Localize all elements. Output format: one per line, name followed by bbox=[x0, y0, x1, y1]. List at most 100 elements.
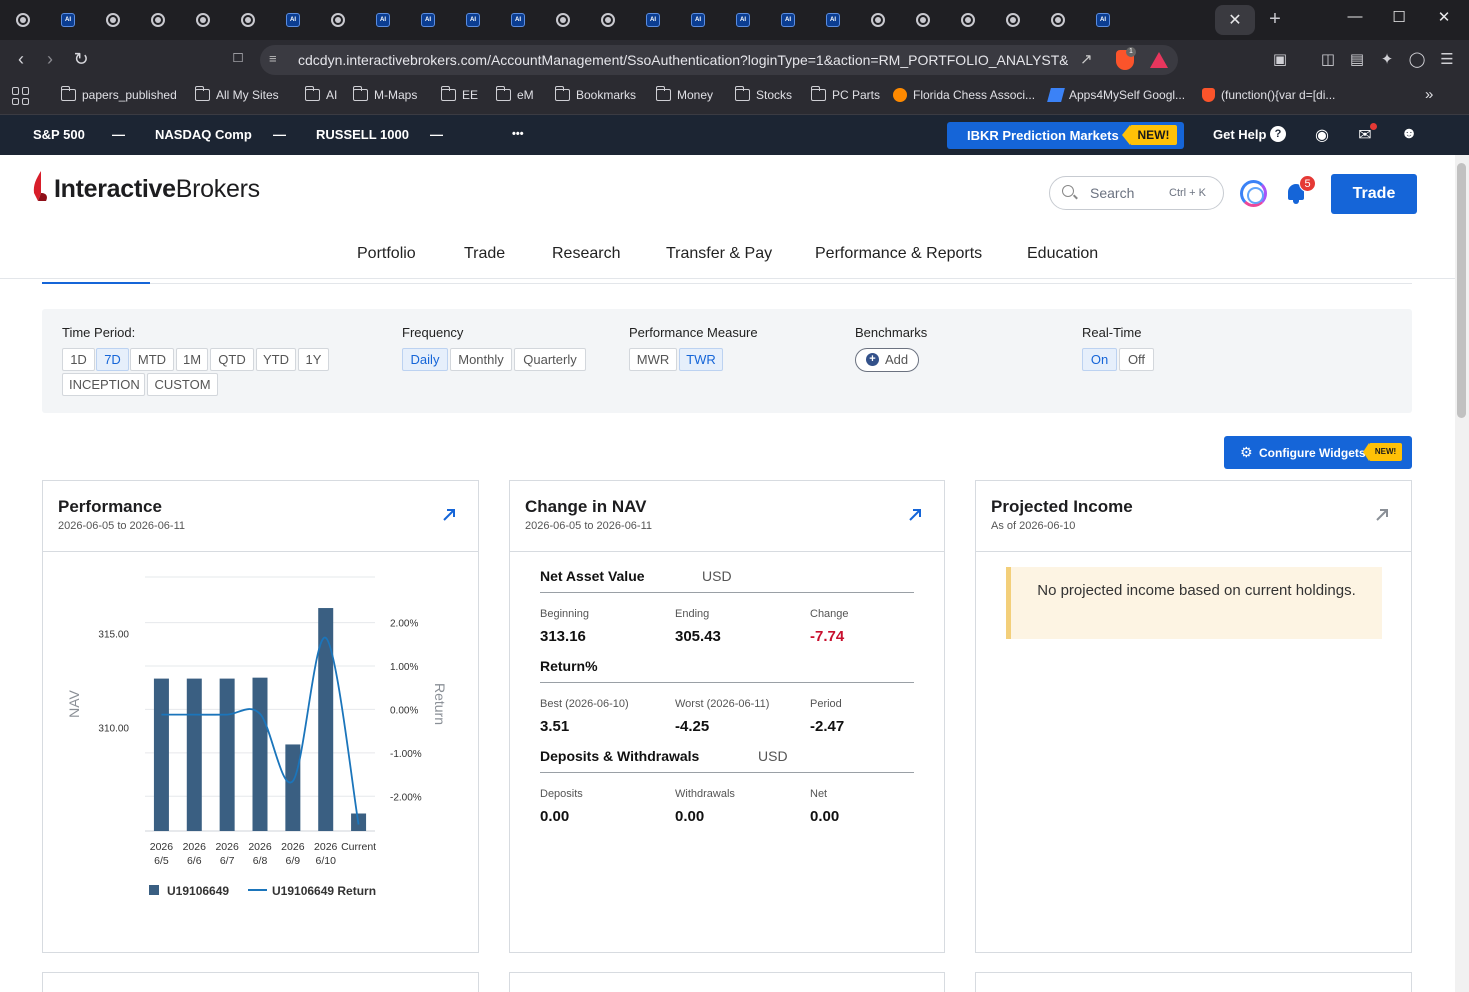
bookmark-item[interactable]: AI bbox=[304, 86, 337, 102]
browser-tab[interactable]: AI bbox=[768, 5, 808, 35]
menu-trade[interactable]: Trade bbox=[464, 245, 505, 263]
browser-tab[interactable]: AI bbox=[723, 5, 763, 35]
bookmark-item[interactable]: (function(){var d=[di... bbox=[1202, 88, 1335, 102]
performance-chart[interactable]: 315.00 310.00 2.00% 1.00% 0.00% -1.00% -2.00% N… bbox=[43, 552, 478, 952]
close-window-icon[interactable]: ✕ bbox=[1434, 8, 1454, 26]
prediction-markets-button[interactable]: IBKR Prediction Markets NEW! bbox=[947, 122, 1184, 149]
bookmark-item[interactable]: papers_published bbox=[60, 86, 177, 102]
period-1m-button[interactable]: 1M bbox=[176, 348, 208, 371]
period-qtd-button[interactable]: QTD bbox=[210, 348, 254, 371]
bookmark-item[interactable]: PC Parts bbox=[810, 86, 880, 102]
user-profile-icon[interactable]: ☻ bbox=[1399, 125, 1419, 143]
bookmark-item[interactable]: EE bbox=[440, 86, 478, 102]
browser-tab[interactable]: AI bbox=[273, 5, 313, 35]
share-icon[interactable]: ↗ bbox=[1080, 50, 1093, 68]
ticker-more-icon[interactable]: ••• bbox=[512, 128, 524, 140]
browser-tab[interactable] bbox=[903, 5, 943, 35]
expand-arrow-icon[interactable] bbox=[1375, 508, 1389, 522]
bookmark-item[interactable]: Stocks bbox=[734, 86, 792, 102]
address-bar[interactable]: ≡ cdcdyn.interactivebrokers.com/AccountM… bbox=[260, 45, 1178, 75]
browser-tab[interactable]: AI bbox=[408, 5, 448, 35]
help-icon[interactable]: ? bbox=[1270, 126, 1286, 142]
browser-tab[interactable]: AI bbox=[498, 5, 538, 35]
vpn-shield-icon[interactable]: ◯ bbox=[1406, 50, 1428, 68]
configure-widgets-button[interactable]: ⚙ Configure Widgets NEW! bbox=[1224, 436, 1412, 469]
ticker-nasdaq-name[interactable]: NASDAQ Comp bbox=[155, 127, 252, 142]
menu-research[interactable]: Research bbox=[552, 245, 620, 263]
period-custom-button[interactable]: CUSTOM bbox=[147, 373, 218, 396]
browser-tab[interactable] bbox=[543, 5, 583, 35]
ticker-sp500-name[interactable]: S&P 500 bbox=[33, 127, 85, 142]
reader-mode-icon[interactable]: ▣ bbox=[1269, 50, 1291, 68]
period-ytd-button[interactable]: YTD bbox=[256, 348, 296, 371]
bookmark-item[interactable]: M-Maps bbox=[352, 86, 417, 102]
trade-button[interactable]: Trade bbox=[1331, 174, 1417, 214]
minimize-icon[interactable]: — bbox=[1345, 8, 1365, 25]
realtime-on-button[interactable]: On bbox=[1082, 348, 1117, 371]
ticker-russell-name[interactable]: RUSSELL 1000 bbox=[316, 127, 409, 142]
browser-tab[interactable]: AI bbox=[1083, 5, 1123, 35]
browser-tab[interactable] bbox=[93, 5, 133, 35]
period-7d-button[interactable]: 7D bbox=[96, 348, 129, 371]
wallet-icon[interactable]: ▤ bbox=[1346, 50, 1368, 68]
browser-tab[interactable] bbox=[948, 5, 988, 35]
browser-tab[interactable] bbox=[858, 5, 898, 35]
expand-arrow-icon[interactable] bbox=[908, 508, 922, 522]
bookmark-page-icon[interactable]: □ bbox=[226, 49, 250, 66]
search-input[interactable]: Search Ctrl + K bbox=[1049, 176, 1224, 210]
back-icon[interactable]: ‹ bbox=[9, 49, 33, 70]
menu-education[interactable]: Education bbox=[1027, 245, 1098, 263]
browser-tab[interactable]: AI bbox=[633, 5, 673, 35]
period-inception-button[interactable]: INCEPTION bbox=[62, 373, 145, 396]
expand-arrow-icon[interactable] bbox=[442, 508, 456, 522]
brave-rewards-icon[interactable] bbox=[1150, 52, 1168, 68]
apps-grid-icon[interactable] bbox=[12, 87, 30, 105]
period-1y-button[interactable]: 1Y bbox=[298, 348, 329, 371]
sidebar-icon[interactable]: ◫ bbox=[1317, 50, 1339, 68]
bookmark-item[interactable]: Money bbox=[655, 86, 713, 102]
bookmark-item[interactable]: All My Sites bbox=[194, 86, 279, 102]
reload-icon[interactable]: ↻ bbox=[69, 49, 93, 70]
period-1d-button[interactable]: 1D bbox=[62, 348, 95, 371]
browser-tab[interactable] bbox=[588, 5, 628, 35]
browser-tab[interactable]: AI bbox=[453, 5, 493, 35]
browser-tab[interactable] bbox=[318, 5, 358, 35]
measure-twr-button[interactable]: TWR bbox=[679, 348, 723, 371]
chat-support-icon[interactable]: ◉ bbox=[1312, 125, 1332, 145]
period-mtd-button[interactable]: MTD bbox=[130, 348, 174, 371]
menu-transfer-pay[interactable]: Transfer & Pay bbox=[666, 245, 772, 263]
leo-ai-icon[interactable]: ✦ bbox=[1376, 50, 1398, 68]
get-help-link[interactable]: Get Help bbox=[1213, 127, 1266, 142]
frequency-quarterly-button[interactable]: Quarterly bbox=[514, 348, 586, 371]
site-settings-icon[interactable]: ≡ bbox=[269, 51, 277, 66]
browser-tab[interactable]: AI bbox=[678, 5, 718, 35]
menu-portfolio[interactable]: Portfolio bbox=[357, 245, 416, 263]
bookmark-item[interactable]: eM bbox=[495, 86, 534, 102]
frequency-daily-button[interactable]: Daily bbox=[402, 348, 448, 371]
browser-tab[interactable] bbox=[993, 5, 1033, 35]
bookmarks-overflow-icon[interactable]: » bbox=[1425, 86, 1433, 103]
bookmark-item[interactable]: Florida Chess Associ... bbox=[893, 88, 1035, 102]
measure-mwr-button[interactable]: MWR bbox=[629, 348, 677, 371]
new-tab-icon[interactable]: + bbox=[1265, 8, 1285, 31]
browser-tab[interactable] bbox=[228, 5, 268, 35]
maximize-icon[interactable]: ☐ bbox=[1389, 8, 1409, 26]
active-browser-tab[interactable]: ✕ bbox=[1215, 5, 1255, 35]
close-tab-icon[interactable]: ✕ bbox=[1228, 10, 1241, 30]
browser-tab[interactable]: AI bbox=[48, 5, 88, 35]
browser-tab[interactable] bbox=[138, 5, 178, 35]
menu-performance-reports[interactable]: Performance & Reports bbox=[815, 245, 982, 263]
browser-tab[interactable]: AI bbox=[813, 5, 853, 35]
forward-icon[interactable]: › bbox=[38, 49, 62, 70]
add-benchmark-button[interactable]: + Add bbox=[855, 348, 919, 372]
bookmark-item[interactable]: Bookmarks bbox=[554, 86, 636, 102]
frequency-monthly-button[interactable]: Monthly bbox=[450, 348, 512, 371]
browser-tab[interactable]: AI bbox=[363, 5, 403, 35]
page-scrollbar-thumb[interactable] bbox=[1457, 163, 1466, 418]
realtime-off-button[interactable]: Off bbox=[1119, 348, 1154, 371]
browser-tab[interactable] bbox=[183, 5, 223, 35]
bookmark-item[interactable]: Apps4MySelf Googl... bbox=[1047, 88, 1185, 102]
browser-tab[interactable] bbox=[1038, 5, 1078, 35]
menu-icon[interactable]: ☰ bbox=[1436, 50, 1458, 68]
browser-tab[interactable] bbox=[3, 5, 43, 35]
